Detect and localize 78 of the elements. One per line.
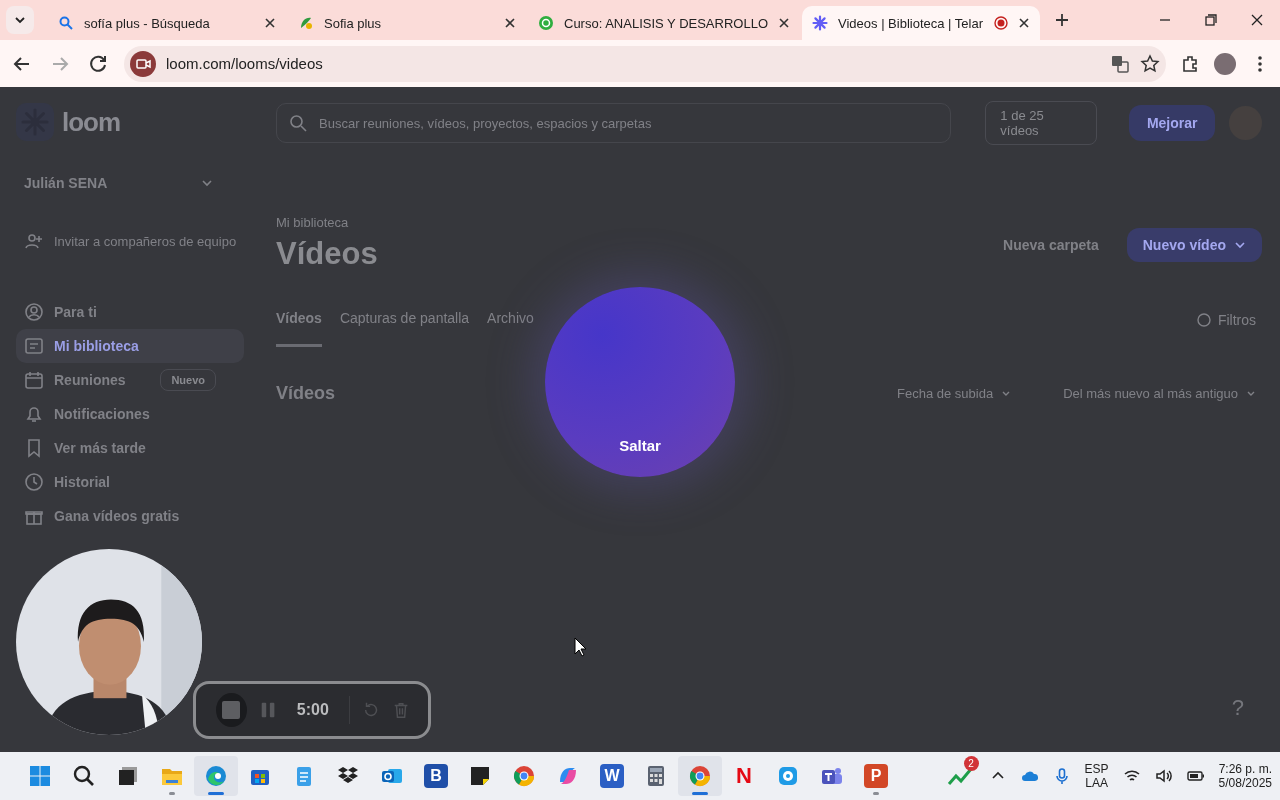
sofia-logo-icon xyxy=(298,15,314,31)
user-icon xyxy=(24,302,44,322)
content-tab[interactable]: Capturas de pantalla xyxy=(339,310,470,347)
clock-time[interactable]: 7:26 p. m. xyxy=(1218,762,1272,776)
upgrade-button[interactable]: Mejorar xyxy=(1128,105,1216,141)
close-icon[interactable] xyxy=(1018,17,1030,29)
breadcrumb[interactable]: Mi biblioteca xyxy=(276,215,378,230)
star-icon[interactable] xyxy=(1140,53,1160,74)
caret-icon xyxy=(1234,239,1246,251)
taskview-icon[interactable] xyxy=(116,764,140,788)
sidebar-item[interactable]: Notificaciones xyxy=(16,397,244,431)
workspace-name[interactable]: Julián SENA xyxy=(24,175,108,191)
chrome-icon[interactable] xyxy=(688,764,712,788)
sidebar-item[interactable]: Ver más tarde xyxy=(16,431,244,465)
new-badge: Nuevo xyxy=(160,369,216,391)
stop-button[interactable] xyxy=(216,693,247,727)
extensions-icon[interactable] xyxy=(1180,53,1200,74)
speaker-icon[interactable] xyxy=(1154,767,1173,785)
close-icon[interactable] xyxy=(504,17,516,29)
windows-start-icon[interactable] xyxy=(28,764,52,788)
new-video-button[interactable]: Nuevo vídeo xyxy=(1126,228,1262,262)
browser-tab[interactable]: Videos | Biblioteca | Telar xyxy=(802,6,1040,40)
tab-list-button[interactable] xyxy=(6,6,34,34)
filter-icon xyxy=(1195,311,1212,328)
sticky-icon[interactable] xyxy=(468,764,492,788)
language-indicator[interactable]: ESP xyxy=(1084,762,1109,776)
skip-button[interactable]: Saltar xyxy=(613,436,667,455)
section-title: Vídeos xyxy=(276,383,337,404)
clock-icon xyxy=(24,472,44,492)
filters-button[interactable]: Filtros xyxy=(1189,310,1262,329)
close-icon[interactable] xyxy=(264,17,276,29)
content-tab[interactable]: Archivo xyxy=(487,310,534,347)
search-icon xyxy=(58,15,74,31)
content-tab[interactable]: Vídeos xyxy=(276,310,322,347)
page-title: Vídeos xyxy=(276,236,378,272)
recording-timer: 5:00 xyxy=(296,701,329,719)
loom-logo-icon xyxy=(812,15,828,31)
new-folder-button[interactable]: Nueva carpeta xyxy=(997,236,1105,254)
close-icon[interactable] xyxy=(778,17,790,29)
address-bar[interactable]: loom.com/looms/videos xyxy=(124,45,1166,82)
app-letter-icon[interactable]: W xyxy=(600,764,624,788)
calendar-icon xyxy=(24,370,44,390)
app-letter-icon[interactable]: N xyxy=(732,764,756,788)
invite-link[interactable]: Invitar a compañeros de equipo xyxy=(54,233,237,249)
sidebar-item[interactable]: Historial xyxy=(16,465,244,499)
caret-icon xyxy=(14,14,26,26)
sidebar-item[interactable]: Reuniones Nuevo xyxy=(16,363,244,397)
course-logo-icon xyxy=(538,15,554,31)
search-icon xyxy=(288,113,308,133)
chrome-icon[interactable] xyxy=(512,764,536,788)
library-icon xyxy=(24,336,44,356)
sidebar-item[interactable]: Gana vídeos gratis xyxy=(16,499,244,533)
app-letter-icon[interactable]: B xyxy=(424,764,448,788)
stop-icon xyxy=(222,701,241,719)
video-count: 1 de 25 vídeos xyxy=(985,101,1097,145)
profile-avatar[interactable] xyxy=(1214,52,1236,75)
notification-badge: 2 xyxy=(963,756,979,771)
bell-icon xyxy=(24,404,44,424)
sort-order-dropdown[interactable]: Del más nuevo al más antiguo xyxy=(1057,385,1262,402)
sort-field-dropdown[interactable]: Fecha de subida xyxy=(891,385,1018,402)
help-button[interactable]: ? xyxy=(1231,695,1244,721)
add-person-icon xyxy=(24,231,44,251)
edge-icon[interactable] xyxy=(204,764,228,788)
translate-icon[interactable] xyxy=(1110,53,1130,74)
sidebar-item[interactable]: Mi biblioteca xyxy=(16,329,244,363)
new-tab-icon[interactable] xyxy=(1054,12,1070,28)
sidebar-item[interactable]: Para ti xyxy=(16,295,244,329)
loom-logo-text: loom xyxy=(62,106,121,138)
cursor-icon xyxy=(574,637,588,657)
clock-date[interactable]: 5/08/2025 xyxy=(1218,776,1272,790)
app-letter-icon[interactable]: P xyxy=(864,764,888,788)
browser-tab[interactable]: sofía plus - Búsqueda xyxy=(48,6,286,40)
search-icon[interactable] xyxy=(72,764,96,788)
browser-tab[interactable]: Sofia plus xyxy=(288,6,526,40)
browser-tab[interactable]: Curso: ANALISIS Y DESARROLLO xyxy=(528,6,800,40)
search-field[interactable]: Buscar reuniones, vídeos, proyectos, espacios y carpetas xyxy=(276,103,952,143)
keyboard-layout[interactable]: LAA xyxy=(1085,776,1108,790)
camera-icon[interactable] xyxy=(130,50,156,77)
